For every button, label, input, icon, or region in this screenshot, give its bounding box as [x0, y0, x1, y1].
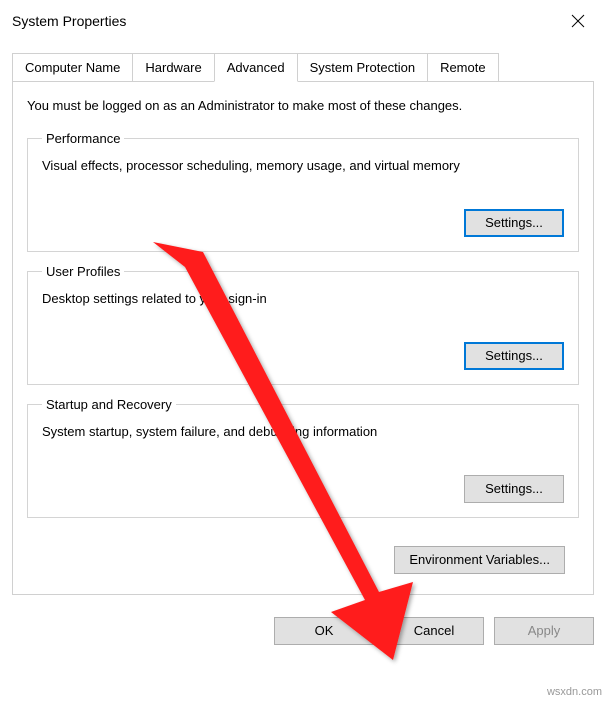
tab-content-advanced: You must be logged on as an Administrato…	[12, 81, 594, 595]
watermark: wsxdn.com	[547, 686, 602, 698]
admin-notice: You must be logged on as an Administrato…	[27, 98, 579, 113]
ok-button[interactable]: OK	[274, 617, 374, 645]
performance-settings-button[interactable]: Settings...	[464, 209, 564, 237]
titlebar: System Properties	[0, 0, 606, 38]
tab-computer-name[interactable]: Computer Name	[12, 53, 133, 82]
dialog-button-row: OK Cancel Apply	[0, 607, 606, 657]
startup-recovery-settings-button[interactable]: Settings...	[464, 475, 564, 503]
user-profiles-settings-button[interactable]: Settings...	[464, 342, 564, 370]
apply-button[interactable]: Apply	[494, 617, 594, 645]
user-profiles-group: User Profiles Desktop settings related t…	[27, 264, 579, 385]
user-profiles-desc: Desktop settings related to your sign-in	[42, 291, 564, 308]
startup-recovery-legend: Startup and Recovery	[42, 397, 176, 412]
performance-legend: Performance	[42, 131, 124, 146]
startup-recovery-group: Startup and Recovery System startup, sys…	[27, 397, 579, 518]
window-title: System Properties	[12, 13, 126, 29]
close-button[interactable]	[562, 7, 594, 35]
cancel-button[interactable]: Cancel	[384, 617, 484, 645]
performance-group: Performance Visual effects, processor sc…	[27, 131, 579, 252]
performance-desc: Visual effects, processor scheduling, me…	[42, 158, 564, 175]
close-icon	[571, 14, 585, 28]
user-profiles-legend: User Profiles	[42, 264, 124, 279]
tab-system-protection[interactable]: System Protection	[297, 53, 429, 82]
startup-recovery-desc: System startup, system failure, and debu…	[42, 424, 564, 441]
environment-variables-button[interactable]: Environment Variables...	[394, 546, 565, 574]
tab-remote[interactable]: Remote	[427, 53, 499, 82]
tab-hardware[interactable]: Hardware	[132, 53, 214, 82]
tab-advanced[interactable]: Advanced	[214, 53, 298, 82]
tab-strip: Computer Name Hardware Advanced System P…	[0, 38, 606, 81]
